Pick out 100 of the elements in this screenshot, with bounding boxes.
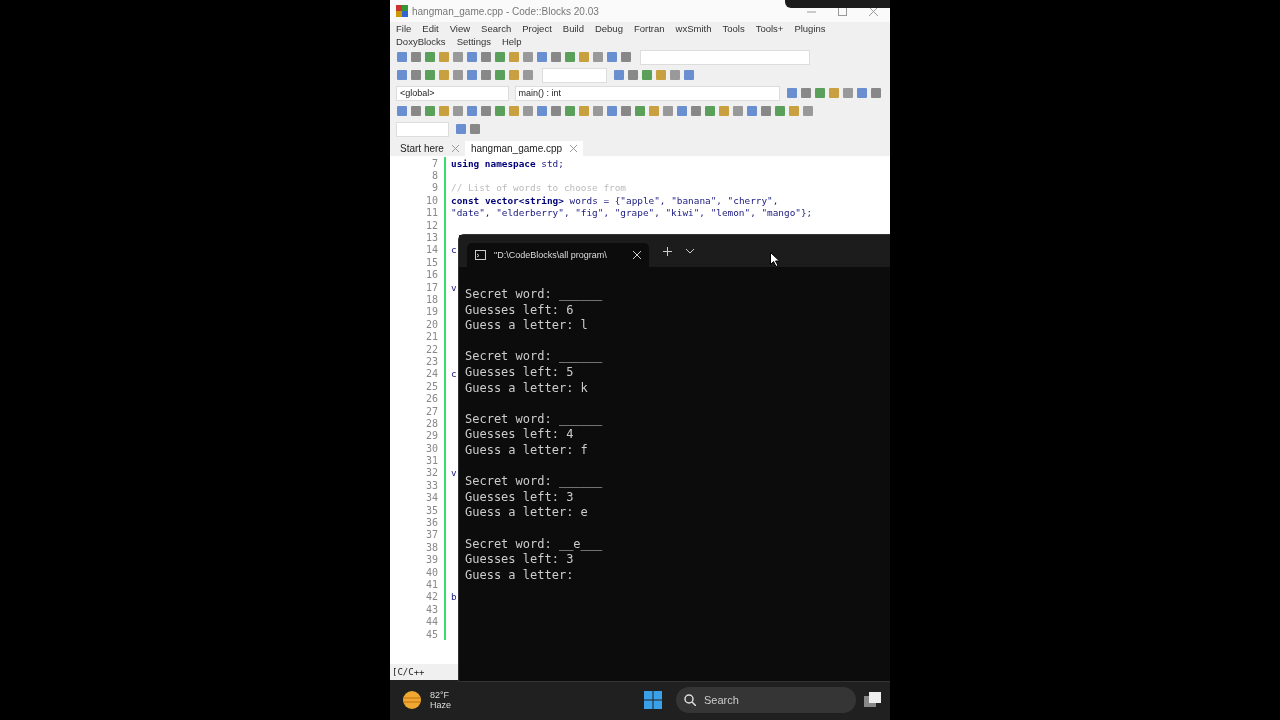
- console-output: Guesses left: 4: [465, 427, 575, 443]
- menu-item[interactable]: Build: [562, 23, 584, 34]
- line-number: 30: [424, 442, 439, 454]
- line-number: 41: [424, 578, 439, 590]
- line-number: 16: [424, 269, 439, 281]
- menu-item[interactable]: File: [396, 23, 412, 34]
- line-number: 31: [424, 455, 439, 467]
- function-dropdown[interactable]: main() : int: [514, 85, 781, 101]
- console-output: Guesses left: 6: [465, 302, 575, 319]
- line-number: 43: [424, 603, 439, 615]
- console-output: Guess a letter: f: [465, 442, 589, 459]
- code-line: // List of words to choose from: [451, 182, 626, 194]
- menu-item[interactable]: Tools: [722, 23, 745, 34]
- scope-dropdown[interactable]: <global>: [396, 85, 509, 101]
- console-tab[interactable]: "D:\CodeBlocks\all program\: [467, 243, 649, 267]
- toolbar-icons-drawing[interactable]: [613, 69, 697, 81]
- menu-item[interactable]: Edit: [422, 23, 439, 34]
- status-language: [C/C++: [392, 667, 425, 677]
- plus-icon[interactable]: [663, 246, 672, 256]
- toolbar-icons-drawing[interactable]: [396, 51, 634, 63]
- app-logo-icon: [396, 5, 408, 17]
- line-number: 17: [424, 281, 439, 293]
- task-view-icon[interactable]: [864, 692, 882, 708]
- code-line: v: [451, 281, 457, 293]
- line-number: 20: [424, 318, 439, 330]
- mouse-cursor-icon: [770, 252, 780, 267]
- line-number: 26: [424, 393, 439, 405]
- console-output: Guess a letter: l: [465, 318, 589, 334]
- chevron-down-icon[interactable]: [686, 248, 694, 254]
- line-number: 28: [424, 417, 439, 429]
- line-number: 24: [424, 368, 439, 380]
- console-output: Guesses left: 3: [465, 552, 575, 568]
- line-number: 12: [424, 219, 439, 231]
- menu-item[interactable]: Search: [481, 23, 512, 34]
- line-number: 32: [424, 467, 439, 479]
- line-number: 10: [424, 194, 439, 206]
- line-number: 34: [424, 492, 439, 504]
- code-line: "date", "elderberry", "fig", "grape", "kiwi", "lemon", "mango"};: [451, 207, 813, 219]
- temperature: 82°F: [430, 690, 451, 700]
- toolbar-icons-drawing[interactable]: [786, 87, 884, 99]
- line-number: 40: [424, 566, 439, 578]
- close-icon[interactable]: [869, 6, 878, 16]
- code-line: b: [451, 591, 457, 603]
- line-number: 37: [424, 529, 439, 541]
- line-number: 18: [424, 294, 439, 305]
- menu-item[interactable]: Fortran: [633, 23, 665, 34]
- line-number: 8: [430, 170, 439, 182]
- menu-item[interactable]: Tools+: [755, 23, 784, 34]
- start-icon[interactable]: [644, 691, 662, 709]
- maximize-icon[interactable]: [838, 6, 847, 16]
- menu-item[interactable]: Help: [501, 36, 522, 47]
- line-number: 22: [424, 343, 439, 355]
- line-number: 33: [424, 479, 439, 491]
- code-line: v: [451, 467, 457, 479]
- console-output: Guess a letter: k: [465, 380, 589, 397]
- menu-item[interactable]: wxSmith: [675, 23, 712, 34]
- code-line: using namespace std;: [451, 157, 564, 169]
- search-icon: [684, 694, 696, 706]
- line-number: 21: [424, 331, 439, 343]
- code-line: c: [451, 244, 457, 256]
- close-icon[interactable]: [633, 251, 641, 259]
- terminal-icon: [475, 250, 486, 260]
- console-output: Secret word: ______: [465, 474, 604, 490]
- line-number: 15: [424, 256, 439, 268]
- taskbar-search[interactable]: Search: [676, 687, 856, 713]
- sun-icon: [402, 690, 422, 710]
- toolbar-icons-drawing[interactable]: [455, 123, 483, 135]
- line-number: 11: [424, 207, 439, 219]
- console-output: Secret word: ______: [465, 411, 604, 428]
- menu-item[interactable]: Settings: [456, 36, 491, 47]
- line-number: 19: [424, 306, 439, 318]
- menu-item[interactable]: Project: [522, 23, 552, 34]
- console-output: Secret word: ______: [465, 349, 604, 365]
- code-line: c: [451, 368, 457, 380]
- line-number: 14: [424, 244, 439, 256]
- menu-item[interactable]: Debug: [594, 23, 623, 34]
- line-number: 38: [424, 541, 439, 553]
- console-tab-title: "D:\CodeBlocks\all program\: [494, 250, 608, 260]
- window-title: hangman_game.cpp - Code::Blocks 20.03: [412, 5, 599, 17]
- console-output: Guesses left: 5: [465, 364, 575, 381]
- menu-item[interactable]: DoxyBlocks: [396, 36, 446, 47]
- menu-item[interactable]: View: [449, 23, 471, 34]
- editor-tab[interactable]: hangman_game.cpp: [464, 141, 584, 156]
- console-output: Guess a letter:: [465, 567, 575, 584]
- editor-tab[interactable]: Start here: [394, 141, 465, 156]
- console-output: Secret word: __e___: [465, 536, 604, 553]
- line-number: 27: [424, 405, 439, 417]
- line-number: 35: [424, 504, 439, 516]
- console-output: Secret word: ______: [465, 287, 604, 303]
- toolbar-icons-drawing[interactable]: [396, 105, 816, 117]
- code-line: const vector<string> words = {"apple", "banana", "cherry",: [451, 194, 779, 206]
- weather-condition: Haze: [430, 700, 451, 710]
- toolbar-icons-drawing[interactable]: [396, 69, 536, 81]
- console-output: Guesses left: 3: [465, 489, 575, 506]
- line-number: 29: [424, 430, 439, 442]
- line-number: 9: [430, 182, 439, 194]
- menu-item[interactable]: Plugins: [794, 23, 826, 34]
- search-placeholder: Search: [704, 694, 739, 706]
- console-output: Guess a letter: e: [465, 505, 589, 521]
- line-number: 45: [424, 628, 439, 640]
